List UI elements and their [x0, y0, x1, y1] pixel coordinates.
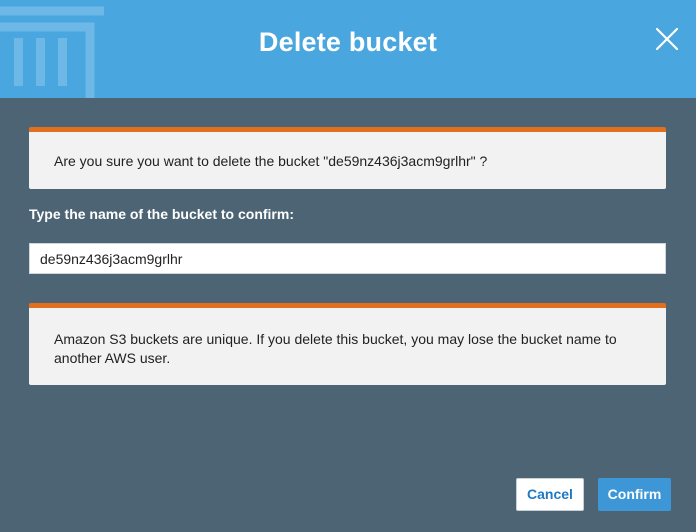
- bucket-name-input[interactable]: [29, 243, 666, 274]
- cancel-button[interactable]: Cancel: [516, 478, 584, 511]
- confirm-button[interactable]: Confirm: [598, 478, 671, 511]
- delete-bucket-dialog: Delete bucket Are you sure you want to d…: [0, 0, 696, 532]
- close-icon: [655, 27, 679, 51]
- dialog-header: Delete bucket: [0, 0, 696, 98]
- warning-panel: Are you sure you want to delete the buck…: [29, 127, 666, 189]
- info-panel: Amazon S3 buckets are unique. If you del…: [29, 303, 666, 385]
- confirm-label: Type the name of the bucket to confirm:: [29, 206, 294, 222]
- dialog-title: Delete bucket: [258, 27, 438, 57]
- info-text: Amazon S3 buckets are unique. If you del…: [54, 331, 617, 366]
- warning-text: Are you sure you want to delete the buck…: [54, 153, 488, 169]
- close-button[interactable]: [650, 22, 684, 56]
